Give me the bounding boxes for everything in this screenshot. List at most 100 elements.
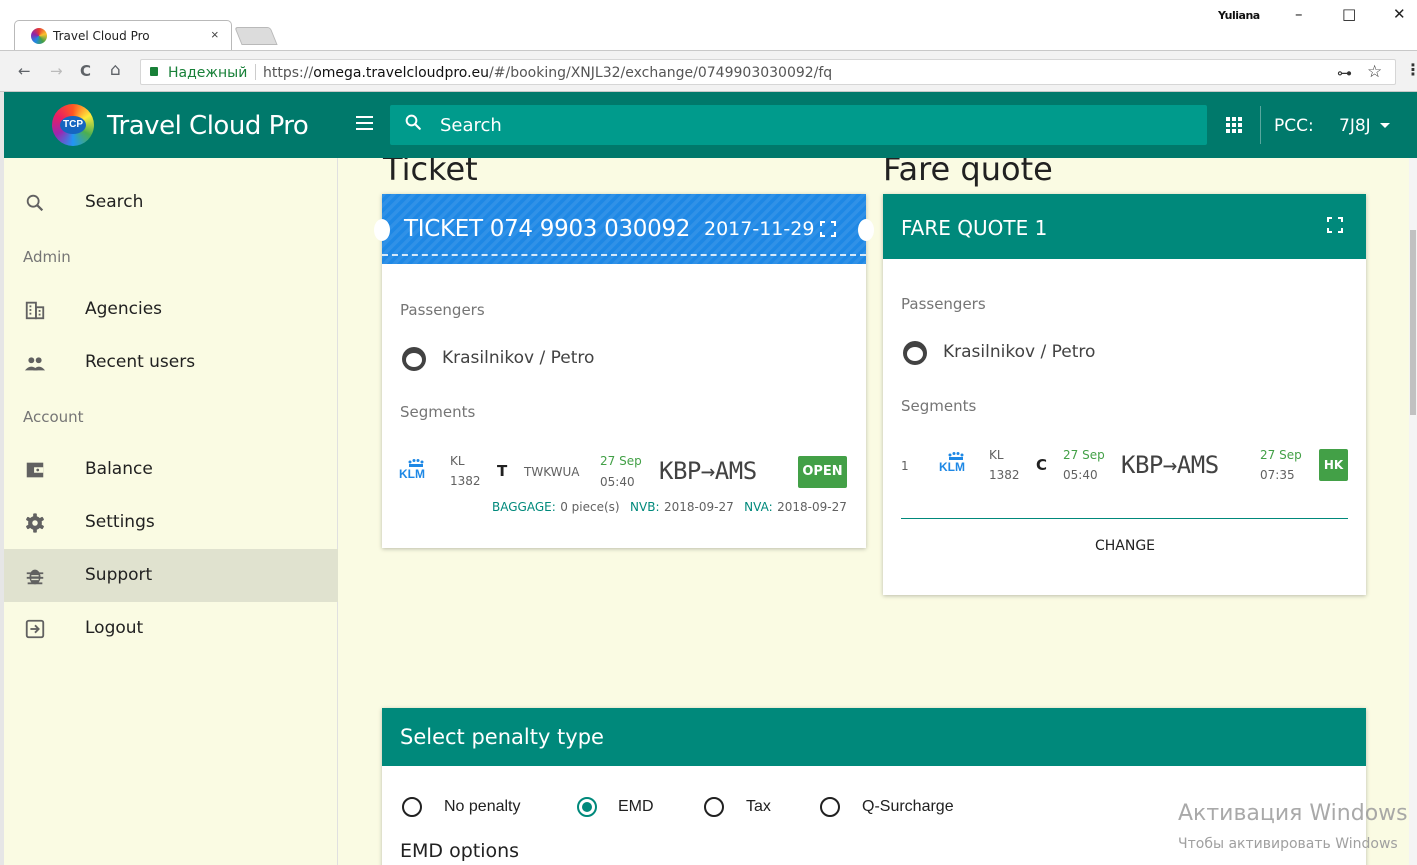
sidebar: Search Admin Agencies Recent users Accou… xyxy=(4,158,338,865)
window-user-name: Yuliana xyxy=(1218,9,1260,22)
browser-titlebar: Travel Cloud Pro × Yuliana – □ ✕ xyxy=(0,0,1417,50)
nvb-value: 2018-09-27 xyxy=(663,500,734,514)
url-path: /#/booking/XNJL32/exchange/0749903030092… xyxy=(489,65,833,81)
segment-date: 27 Sep xyxy=(600,454,642,468)
page-scrollbar[interactable] xyxy=(1409,158,1417,865)
secure-label: Надежный xyxy=(168,65,248,81)
fare-quote-divider xyxy=(901,518,1348,519)
key-icon[interactable]: ⊶ xyxy=(1337,64,1352,82)
reload-icon[interactable]: C xyxy=(80,62,91,80)
radio-no-penalty[interactable] xyxy=(402,797,422,817)
sidebar-item-label: Support xyxy=(85,565,153,585)
gear-icon xyxy=(26,513,44,533)
ticket-notch-right xyxy=(858,219,874,241)
forward-icon[interactable]: → xyxy=(50,62,63,80)
tab-favicon-icon xyxy=(31,28,47,44)
sidebar-item-label: Balance xyxy=(85,459,153,479)
fullscreen-icon[interactable] xyxy=(1327,217,1343,233)
flight-number: 1382 xyxy=(989,468,1020,482)
ticket-card: TICKET 074 9903 030092 2017-11-29 Passen… xyxy=(374,194,874,548)
home-icon[interactable]: ⌂ xyxy=(110,60,121,80)
url-input[interactable]: Надежный https://omega.travelcloudpro.eu… xyxy=(140,59,1396,85)
people-icon xyxy=(24,357,46,371)
search-icon xyxy=(405,114,421,130)
ticket-card-header: TICKET 074 9903 030092 2017-11-29 xyxy=(374,194,874,264)
svg-text:KLM: KLM xyxy=(399,467,425,480)
sidebar-item-label: Search xyxy=(85,192,144,212)
sidebar-item-logout[interactable]: Logout xyxy=(4,602,338,655)
segments-label: Segments xyxy=(400,403,476,421)
sidebar-item-settings[interactable]: Settings xyxy=(4,496,338,549)
wallet-icon xyxy=(26,462,44,478)
nva-label: NVA: xyxy=(744,500,773,514)
klm-logo-icon: KLM xyxy=(398,458,434,481)
scrollbar-thumb[interactable] xyxy=(1410,230,1416,415)
ticket-date: 2017-11-29 xyxy=(704,218,815,240)
maximize-icon[interactable]: □ xyxy=(1342,5,1356,23)
sidebar-item-label: Settings xyxy=(85,512,155,532)
radio-label: Tax xyxy=(746,798,771,815)
sidebar-item-search[interactable]: Search xyxy=(4,176,338,229)
flight-number: 1382 xyxy=(450,474,481,488)
menu-toggle-icon[interactable] xyxy=(356,112,376,136)
tab-close-icon[interactable]: × xyxy=(211,27,219,42)
radio-emd[interactable] xyxy=(577,797,597,817)
pcc-select[interactable]: 7J8J xyxy=(1339,116,1371,136)
fullscreen-icon[interactable] xyxy=(820,221,836,237)
sidebar-item-label: Agencies xyxy=(85,299,163,319)
header-divider xyxy=(1260,106,1261,144)
face-icon xyxy=(903,341,927,365)
arrival-time: 07:35 xyxy=(1260,468,1295,482)
sidebar-item-recent-users[interactable]: Recent users xyxy=(4,336,338,389)
passenger-name[interactable]: Krasilnikov / Petro xyxy=(442,348,594,368)
url-text: https://omega.travelcloudpro.eu/#/bookin… xyxy=(263,65,832,81)
segment-details: BAGGAGE: 0 piece(s) NVB: 2018-09-27 NVA:… xyxy=(492,498,847,516)
nva-value: 2018-09-27 xyxy=(777,500,847,514)
url-prefix: https:// xyxy=(263,65,314,81)
change-button[interactable]: CHANGE xyxy=(1063,538,1187,560)
chevron-down-icon[interactable] xyxy=(1380,123,1390,128)
radio-q-surcharge[interactable] xyxy=(820,797,840,817)
segment-number: 1 xyxy=(901,459,909,473)
passengers-label: Passengers xyxy=(901,295,986,313)
face-icon xyxy=(402,347,426,371)
apps-grid-icon[interactable] xyxy=(1226,117,1242,133)
radio-label: EMD xyxy=(618,798,654,815)
sidebar-section-admin: Admin xyxy=(23,248,71,266)
address-bar: ← → C ⌂ Надежный https://omega.travelclo… xyxy=(0,50,1417,92)
app-title: Travel Cloud Pro xyxy=(107,111,309,141)
sidebar-item-agencies[interactable]: Agencies xyxy=(4,283,338,336)
bug-icon xyxy=(26,569,44,585)
ticket-notch-left xyxy=(374,219,390,241)
ticket-heading: Ticket xyxy=(383,150,478,188)
status-badge: OPEN xyxy=(798,456,847,488)
top-search-input[interactable]: Search xyxy=(390,105,1207,145)
passengers-label: Passengers xyxy=(400,301,485,319)
logo-text: TCP xyxy=(60,116,86,134)
arrival-date: 27 Sep xyxy=(1260,448,1302,462)
close-window-icon[interactable]: ✕ xyxy=(1393,5,1406,23)
booking-class: T xyxy=(497,462,508,480)
bookmark-star-icon[interactable]: ☆ xyxy=(1367,62,1382,82)
back-icon[interactable]: ← xyxy=(18,62,31,80)
passenger-name[interactable]: Krasilnikov / Petro xyxy=(943,342,1095,362)
nvb-label: NVB: xyxy=(630,500,660,514)
sidebar-item-balance[interactable]: Balance xyxy=(4,443,338,496)
segment-time: 05:40 xyxy=(600,475,635,489)
fare-quote-heading: Fare quote xyxy=(883,150,1053,188)
new-tab-button[interactable] xyxy=(234,27,278,45)
fare-quote-header: FARE QUOTE 1 xyxy=(883,194,1366,259)
airline-code: KL xyxy=(989,448,1004,462)
booking-class: C xyxy=(1036,456,1048,474)
baggage-value: 0 piece(s) xyxy=(560,500,620,514)
radio-label: Q-Surcharge xyxy=(862,798,954,815)
windows-activation-title: Активация Windows xyxy=(1178,801,1408,826)
sidebar-item-support[interactable]: Support xyxy=(4,549,338,602)
browser-menu-icon[interactable]: ⋮ xyxy=(1405,60,1417,80)
radio-tax[interactable] xyxy=(704,797,724,817)
departure-date: 27 Sep xyxy=(1063,448,1105,462)
minimize-icon[interactable]: – xyxy=(1295,5,1303,23)
penalty-title: Select penalty type xyxy=(400,725,604,749)
browser-tab[interactable]: Travel Cloud Pro × xyxy=(14,20,232,50)
penalty-header: Select penalty type xyxy=(382,708,1366,766)
